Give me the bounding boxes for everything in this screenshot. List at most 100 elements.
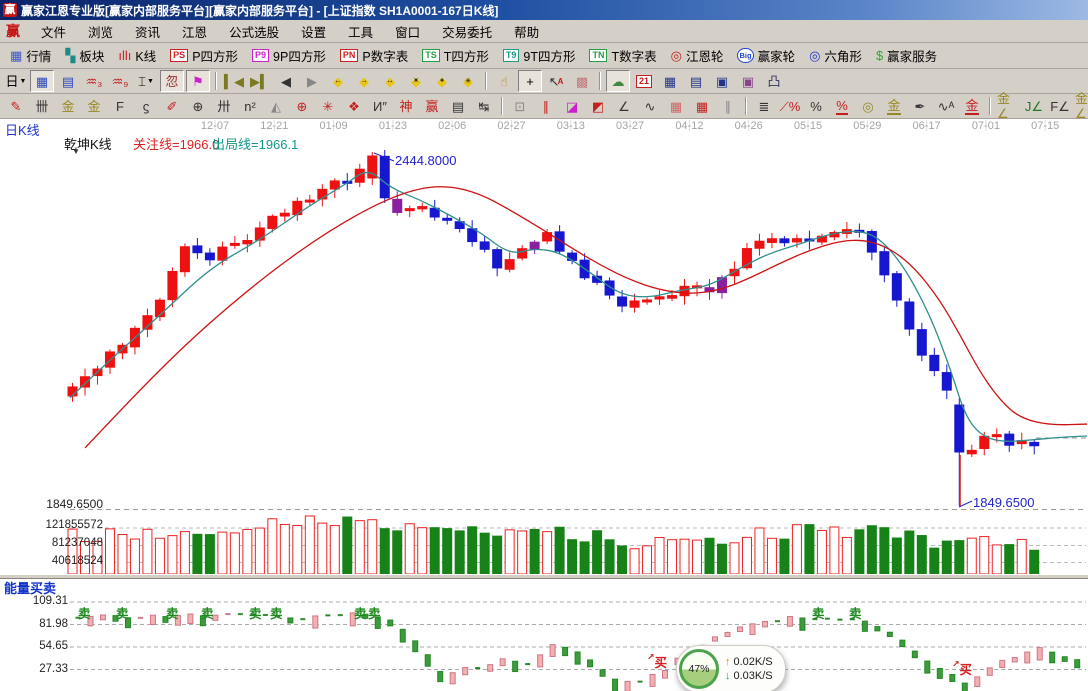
percent-line-button[interactable]: % — [830, 95, 854, 117]
calculator-button[interactable]: ▦ — [658, 70, 682, 92]
sectors-button[interactable]: ▚板块 — [58, 44, 111, 67]
spider-web-button[interactable]: ✳ — [316, 95, 340, 117]
quotes-button[interactable]: ▦行情 — [3, 44, 58, 67]
overlay-dropdown-icon[interactable]: ▼ — [72, 147, 80, 156]
gold-line-button[interactable]: 金 — [882, 95, 906, 117]
diamond-left-button[interactable]: ◆← — [326, 70, 350, 92]
diamond-plus-button[interactable]: ◆+ — [430, 70, 454, 92]
9t-square-button[interactable]: T99T四方形 — [496, 44, 583, 67]
title-bar[interactable]: 赢 赢家江恩专业版[赢家内部服务平台][赢家内部服务平台] - [上证指数 SH… — [0, 0, 1088, 20]
nav-next-button[interactable]: ▶ — [300, 70, 324, 92]
menu-gann[interactable]: 江恩 — [171, 20, 218, 43]
menu-trade-entrust[interactable]: 交易委托 — [431, 20, 503, 43]
p-square-button[interactable]: PSP四方形 — [163, 44, 245, 67]
gann-circle-button[interactable]: ⊕ — [290, 95, 314, 117]
period-label[interactable]: 日K线 — [5, 120, 40, 139]
pointer-annotate-button[interactable]: ↖A — [544, 70, 568, 92]
calendar-button[interactable]: 21 — [632, 70, 656, 92]
ink-brush-button[interactable]: ✒ — [908, 95, 932, 117]
t-number-table-button[interactable]: TNT数字表 — [582, 44, 663, 67]
notes-button[interactable]: ▤ — [684, 70, 708, 92]
fan-box-2-button[interactable]: ◩ — [586, 95, 610, 117]
chart-canvas[interactable] — [0, 119, 1088, 691]
diamond-right-button[interactable]: ◆→ — [352, 70, 376, 92]
grid-box-button[interactable]: ▩ — [570, 70, 594, 92]
menu-formula-stock-pick[interactable]: 公式选股 — [218, 20, 290, 43]
winner-wheel-button[interactable]: Big赢家轮 — [730, 44, 802, 67]
price-scale-button[interactable]: ≣ — [752, 95, 776, 117]
red-grid-button[interactable]: ▦ — [664, 95, 688, 117]
menu-window[interactable]: 窗口 — [384, 20, 431, 43]
menu-settings[interactable]: 设置 — [290, 20, 337, 43]
width-arrows-button[interactable]: ↹ — [472, 95, 496, 117]
flag-marker-button[interactable]: ⚑ — [186, 70, 210, 92]
cycle-ruler-button[interactable]: ⊕ — [186, 95, 210, 117]
t-square-button[interactable]: TST四方形 — [415, 44, 496, 67]
diamond-expand-button[interactable]: ◆✳ — [456, 70, 480, 92]
menu-help[interactable]: 帮助 — [503, 20, 550, 43]
gold-channel-button[interactable]: 金 — [960, 95, 984, 117]
single-candle-button[interactable]: ⌶▼ — [134, 70, 158, 92]
ray-fan-button[interactable]: ∥ — [534, 95, 558, 117]
win-ruler-button[interactable]: 赢 — [420, 95, 444, 117]
wave-3-button[interactable]: ♒₃ — [82, 70, 106, 92]
gold-ruler-2-button[interactable]: 金 — [82, 95, 106, 117]
info-panel-button[interactable]: ▤ — [56, 70, 80, 92]
nav-last-button[interactable]: ▶▍ — [248, 70, 272, 92]
nav-first-button[interactable]: ▍◀ — [222, 70, 246, 92]
percent-button[interactable]: % — [804, 95, 828, 117]
menu-tools[interactable]: 工具 — [337, 20, 384, 43]
nav-prev-button[interactable]: ◀ — [274, 70, 298, 92]
spiral-tool-button[interactable]: ϛ — [134, 95, 158, 117]
menu-file[interactable]: 文件 — [30, 20, 77, 43]
parallel-lines-button[interactable]: ∥ — [716, 95, 740, 117]
chart-area[interactable]: 日K线 乾坤K线 ▼ 关注线=1966.0 出局线=1966.1 2444.80… — [0, 119, 1088, 691]
speed-gauge[interactable]: 47% ↑ 0.02K/S ↓ 0.03K/S — [676, 645, 786, 691]
crosshair-button[interactable]: + — [518, 70, 542, 92]
grid-arrow-button[interactable]: ▦ — [690, 95, 714, 117]
angle-percent-button[interactable]: ⟋% — [778, 95, 802, 117]
diamond-cross-button[interactable]: ◆× — [404, 70, 428, 92]
wave-9-button[interactable]: ♒₉ — [108, 70, 132, 92]
hand-drag-button[interactable]: ☝ — [492, 70, 516, 92]
diamond-hsplit-button[interactable]: ◆↔ — [378, 70, 402, 92]
box-measure-button[interactable]: ⊡ — [508, 95, 532, 117]
shen-ruler-button[interactable]: 神 — [394, 95, 418, 117]
square-web-button[interactable]: ❖ — [342, 95, 366, 117]
zigzag-tool-button[interactable]: ∿ — [638, 95, 662, 117]
scale-123-button[interactable]: ▤ — [446, 95, 470, 117]
save-button[interactable]: ▣ — [710, 70, 734, 92]
fib-ruler-button[interactable]: F — [108, 95, 132, 117]
gann-ruler-button[interactable]: 卌 — [30, 95, 54, 117]
print-button[interactable]: 凸 — [762, 70, 786, 92]
period-daily-button[interactable]: 日▼ — [4, 70, 28, 92]
gann-wheel-button[interactable]: ◎江恩轮 — [664, 44, 731, 67]
chart-style-button[interactable]: ▦ — [30, 70, 54, 92]
angle-mirror-button[interactable]: ◭ — [264, 95, 288, 117]
winner-service-button[interactable]: $赢家服务 — [869, 44, 944, 67]
gold-circle-button[interactable]: ◎ — [856, 95, 880, 117]
menu-info[interactable]: 资讯 — [124, 20, 171, 43]
angle-pen-button[interactable]: ∠ — [612, 95, 636, 117]
qiankun-kline-button[interactable]: 忽 — [160, 70, 184, 92]
wave-tool-button[interactable]: ∿ᴬ — [934, 95, 958, 117]
angle-pen-icon: ∠ — [618, 99, 630, 114]
save-timed-button[interactable]: ▣ — [736, 70, 760, 92]
gold-ruler-1-button[interactable]: 金 — [56, 95, 80, 117]
kline-button[interactable]: ıllıK线 — [111, 44, 163, 67]
j-angle-button[interactable]: J∠ — [1022, 95, 1046, 117]
menu-browse[interactable]: 浏览 — [77, 20, 124, 43]
p-number-table-button[interactable]: PNP数字表 — [333, 44, 415, 67]
gold-angle-button[interactable]: 金∠ — [996, 95, 1020, 117]
hash-ruler-button[interactable]: 卅 — [212, 95, 236, 117]
n-square-button[interactable]: n² — [238, 95, 262, 117]
f-angle-button[interactable]: F∠ — [1048, 95, 1072, 117]
n-wave-mark-button[interactable]: И″ — [368, 95, 392, 117]
fan-box-button[interactable]: ◪ — [560, 95, 584, 117]
hexagon-button[interactable]: ◎六角形 — [802, 44, 869, 67]
draw-pen-button[interactable]: ✎ — [4, 95, 28, 117]
9p-square-button[interactable]: P99P四方形 — [245, 44, 333, 67]
draw-brush-button[interactable]: ✐ — [160, 95, 184, 117]
brain-memo-button[interactable]: ☁ — [606, 70, 630, 92]
gold-angle-2-button[interactable]: 金∠ — [1074, 95, 1088, 117]
